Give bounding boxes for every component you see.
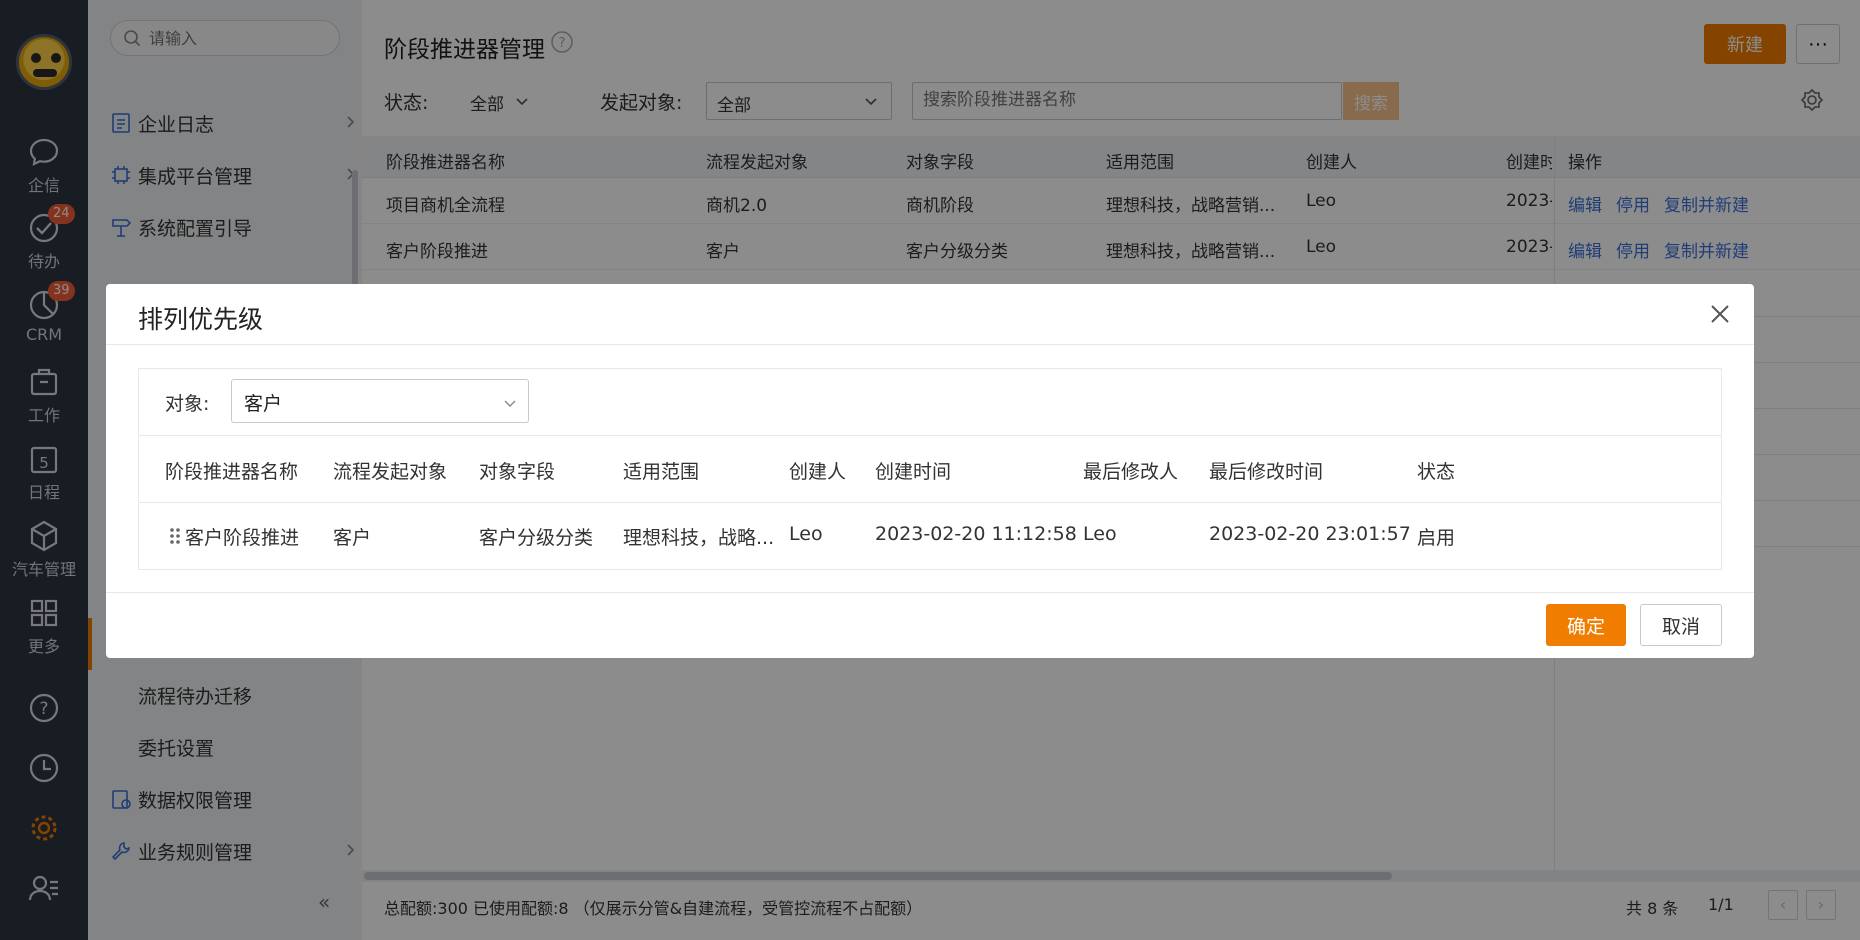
close-icon[interactable]: [1706, 300, 1734, 328]
divider: [139, 502, 1721, 503]
divider: [139, 435, 1721, 436]
column-header: 适用范围: [623, 461, 700, 483]
priority-table: 对象: 客户 阶段推进器名称 流程发起对象 对象字段 适用范围 创建人 创建时间…: [138, 368, 1722, 570]
cell-name: 客户阶段推进: [185, 527, 300, 549]
cell-initiator: 客户: [333, 527, 372, 549]
cell-created: 2023-02-20 11:12:58: [875, 523, 1077, 545]
divider: [106, 592, 1754, 593]
column-header: 对象字段: [479, 461, 556, 483]
cell-creator: Leo: [789, 523, 823, 545]
object-select[interactable]: 客户: [231, 379, 529, 423]
priority-modal: 排列优先级 对象: 客户 阶段推进器名称 流程发起对象 对象字段 适用范围 创建…: [106, 284, 1754, 658]
cancel-button[interactable]: 取消: [1640, 604, 1722, 646]
confirm-button[interactable]: 确定: [1546, 604, 1626, 646]
cell-scope: 理想科技，战略...: [623, 527, 775, 549]
object-select-value: 客户: [244, 393, 283, 415]
cell-modifier: Leo: [1083, 523, 1117, 545]
column-header: 创建人: [789, 461, 847, 483]
chevron-down-icon: [504, 400, 516, 407]
column-header: 状态: [1417, 461, 1456, 483]
column-header: 最后修改时间: [1209, 461, 1324, 483]
modal-title: 排列优先级: [138, 305, 264, 334]
column-header: 最后修改人: [1083, 461, 1179, 483]
divider: [106, 344, 1754, 345]
drag-handle-icon[interactable]: [169, 527, 181, 545]
cell-modified: 2023-02-20 23:01:57: [1209, 523, 1411, 545]
cell-status: 启用: [1417, 527, 1456, 549]
column-header: 阶段推进器名称: [165, 461, 299, 483]
column-header: 创建时间: [875, 461, 952, 483]
column-header: 流程发起对象: [333, 461, 448, 483]
cell-field: 客户分级分类: [479, 527, 594, 549]
object-label: 对象:: [165, 393, 210, 415]
